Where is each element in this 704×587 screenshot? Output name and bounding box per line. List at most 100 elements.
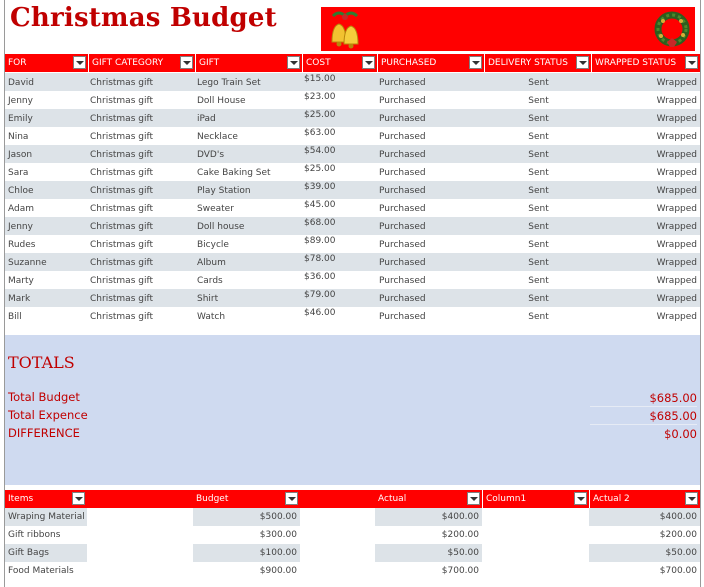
cell-cost[interactable]: $23.00 — [304, 91, 336, 109]
cell-gift-category[interactable]: Christmas gift — [90, 235, 153, 253]
cell-item[interactable]: Gift ribbons — [5, 526, 87, 544]
cell-purchased[interactable]: Purchased — [379, 217, 426, 235]
cell-wrapped-status[interactable]: Wrapped — [592, 181, 697, 199]
cell-delivery-status[interactable]: Sent — [485, 235, 592, 253]
filter-dropdown-icon[interactable] — [362, 56, 375, 69]
cell-purchased[interactable]: Purchased — [379, 181, 426, 199]
cell-gift[interactable]: Bicycle — [197, 235, 229, 253]
cell-cost[interactable]: $25.00 — [304, 109, 336, 127]
cell-purchased[interactable]: Purchased — [379, 253, 426, 271]
cell-gift[interactable]: Lego Train Set — [197, 73, 261, 91]
cell-delivery-status[interactable]: Sent — [485, 127, 592, 145]
filter-dropdown-icon[interactable] — [574, 492, 587, 505]
filter-dropdown-icon[interactable] — [285, 492, 298, 505]
col-header-delivery-status[interactable]: DELIVERY STATUS — [485, 54, 592, 72]
cell-gift[interactable]: DVD's — [197, 145, 224, 163]
cell-delivery-status[interactable]: Sent — [485, 145, 592, 163]
col-header-actual[interactable]: Actual — [375, 490, 482, 508]
cell-purchased[interactable]: Purchased — [379, 235, 426, 253]
cell-for[interactable]: Jenny — [8, 91, 33, 109]
cell-delivery-status[interactable]: Sent — [485, 73, 592, 91]
cell-delivery-status[interactable]: Sent — [485, 181, 592, 199]
cell-gift[interactable]: iPad — [197, 109, 216, 127]
cell-actual[interactable]: $400.00 — [375, 508, 482, 526]
cell-cost[interactable]: $54.00 — [304, 145, 336, 163]
cell-delivery-status[interactable]: Sent — [485, 271, 592, 289]
cell-actual-2[interactable]: $400.00 — [589, 508, 700, 526]
filter-dropdown-icon[interactable] — [467, 492, 480, 505]
table-row[interactable]: Jenny Christmas gift Doll house $68.00 Purch… — [5, 217, 700, 235]
cell-gift-category[interactable]: Christmas gift — [90, 307, 153, 325]
cell-purchased[interactable]: Purchased — [379, 199, 426, 217]
cell-gift[interactable]: Play Station — [197, 181, 251, 199]
cell-budget[interactable]: $500.00 — [193, 508, 300, 526]
filter-dropdown-icon[interactable] — [685, 56, 698, 69]
cell-wrapped-status[interactable]: Wrapped — [592, 235, 697, 253]
col-header-actual-2[interactable]: Actual 2 — [589, 490, 700, 508]
cell-delivery-status[interactable]: Sent — [485, 253, 592, 271]
table-row[interactable]: Rudes Christmas gift Bicycle $89.00 Purchase… — [5, 235, 700, 253]
filter-dropdown-icon[interactable] — [685, 492, 698, 505]
cell-gift[interactable]: Watch — [197, 307, 225, 325]
cell-purchased[interactable]: Purchased — [379, 145, 426, 163]
table-row[interactable]: Nina Christmas gift Necklace $63.00 Purchase… — [5, 127, 700, 145]
cell-wrapped-status[interactable]: Wrapped — [592, 145, 697, 163]
table-row[interactable]: Adam Christmas gift Sweater $45.00 Purchased… — [5, 199, 700, 217]
filter-dropdown-icon[interactable] — [73, 56, 86, 69]
table-row[interactable]: Jenny Christmas gift Doll House $23.00 Purch… — [5, 91, 700, 109]
cell-purchased[interactable]: Purchased — [379, 289, 426, 307]
cell-purchased[interactable]: Purchased — [379, 271, 426, 289]
cell-gift-category[interactable]: Christmas gift — [90, 289, 153, 307]
cell-gift-category[interactable]: Christmas gift — [90, 217, 153, 235]
col-header-budget[interactable]: Budget — [193, 490, 300, 508]
cell-gift-category[interactable]: Christmas gift — [90, 181, 153, 199]
cell-actual[interactable]: $200.00 — [375, 526, 482, 544]
cell-item[interactable]: Food Materials — [5, 562, 87, 580]
col-header-wrapped-status[interactable]: WRAPPED STATUS — [592, 54, 700, 72]
cell-for[interactable]: Adam — [8, 199, 34, 217]
col-header-items[interactable]: Items — [5, 490, 87, 508]
col-header-gift[interactable]: GIFT — [196, 54, 303, 72]
cell-wrapped-status[interactable]: Wrapped — [592, 163, 697, 181]
table-row[interactable]: Suzanne Christmas gift Album $78.00 Purchase… — [5, 253, 700, 271]
cell-wrapped-status[interactable]: Wrapped — [592, 91, 697, 109]
cell-cost[interactable]: $89.00 — [304, 235, 336, 253]
cell-wrapped-status[interactable]: Wrapped — [592, 289, 697, 307]
cell-purchased[interactable]: Purchased — [379, 163, 426, 181]
cell-delivery-status[interactable]: Sent — [485, 163, 592, 181]
cell-gift[interactable]: Sweater — [197, 199, 234, 217]
cell-budget[interactable]: $100.00 — [193, 544, 300, 562]
table-row[interactable]: David Christmas gift Lego Train Set $15.00 P… — [5, 73, 700, 91]
cell-purchased[interactable]: Purchased — [379, 73, 426, 91]
cell-item[interactable]: Gift Bags — [5, 544, 87, 562]
cell-delivery-status[interactable]: Sent — [485, 217, 592, 235]
cell-cost[interactable]: $63.00 — [304, 127, 336, 145]
cell-gift[interactable]: Cards — [197, 271, 223, 289]
cell-delivery-status[interactable]: Sent — [485, 109, 592, 127]
cell-wrapped-status[interactable]: Wrapped — [592, 199, 697, 217]
table-row[interactable]: Chloe Christmas gift Play Station $39.00 Pur… — [5, 181, 700, 199]
cell-gift-category[interactable]: Christmas gift — [90, 253, 153, 271]
cell-purchased[interactable]: Purchased — [379, 91, 426, 109]
table-row[interactable]: Sara Christmas gift Cake Baking Set $25.00 P… — [5, 163, 700, 181]
cell-wrapped-status[interactable]: Wrapped — [592, 253, 697, 271]
cell-actual[interactable]: $50.00 — [375, 544, 482, 562]
cell-cost[interactable]: $46.00 — [304, 307, 336, 325]
cell-gift-category[interactable]: Christmas gift — [90, 199, 153, 217]
cell-for[interactable]: Jenny — [8, 217, 33, 235]
cell-for[interactable]: Mark — [8, 289, 30, 307]
cell-cost[interactable]: $15.00 — [304, 73, 336, 91]
cell-cost[interactable]: $39.00 — [304, 181, 336, 199]
cell-delivery-status[interactable]: Sent — [485, 199, 592, 217]
cell-gift-category[interactable]: Christmas gift — [90, 271, 153, 289]
cell-for[interactable]: Marty — [8, 271, 34, 289]
table-row[interactable]: Bill Christmas gift Watch $46.00 Purchased Se… — [5, 307, 700, 325]
cell-delivery-status[interactable]: Sent — [485, 91, 592, 109]
cell-budget[interactable]: $300.00 — [193, 526, 300, 544]
cell-budget[interactable]: $900.00 — [193, 562, 300, 580]
cell-for[interactable]: Emily — [8, 109, 33, 127]
cell-for[interactable]: Jason — [8, 145, 32, 163]
cell-gift-category[interactable]: Christmas gift — [90, 91, 153, 109]
cell-cost[interactable]: $78.00 — [304, 253, 336, 271]
filter-dropdown-icon[interactable] — [469, 56, 482, 69]
